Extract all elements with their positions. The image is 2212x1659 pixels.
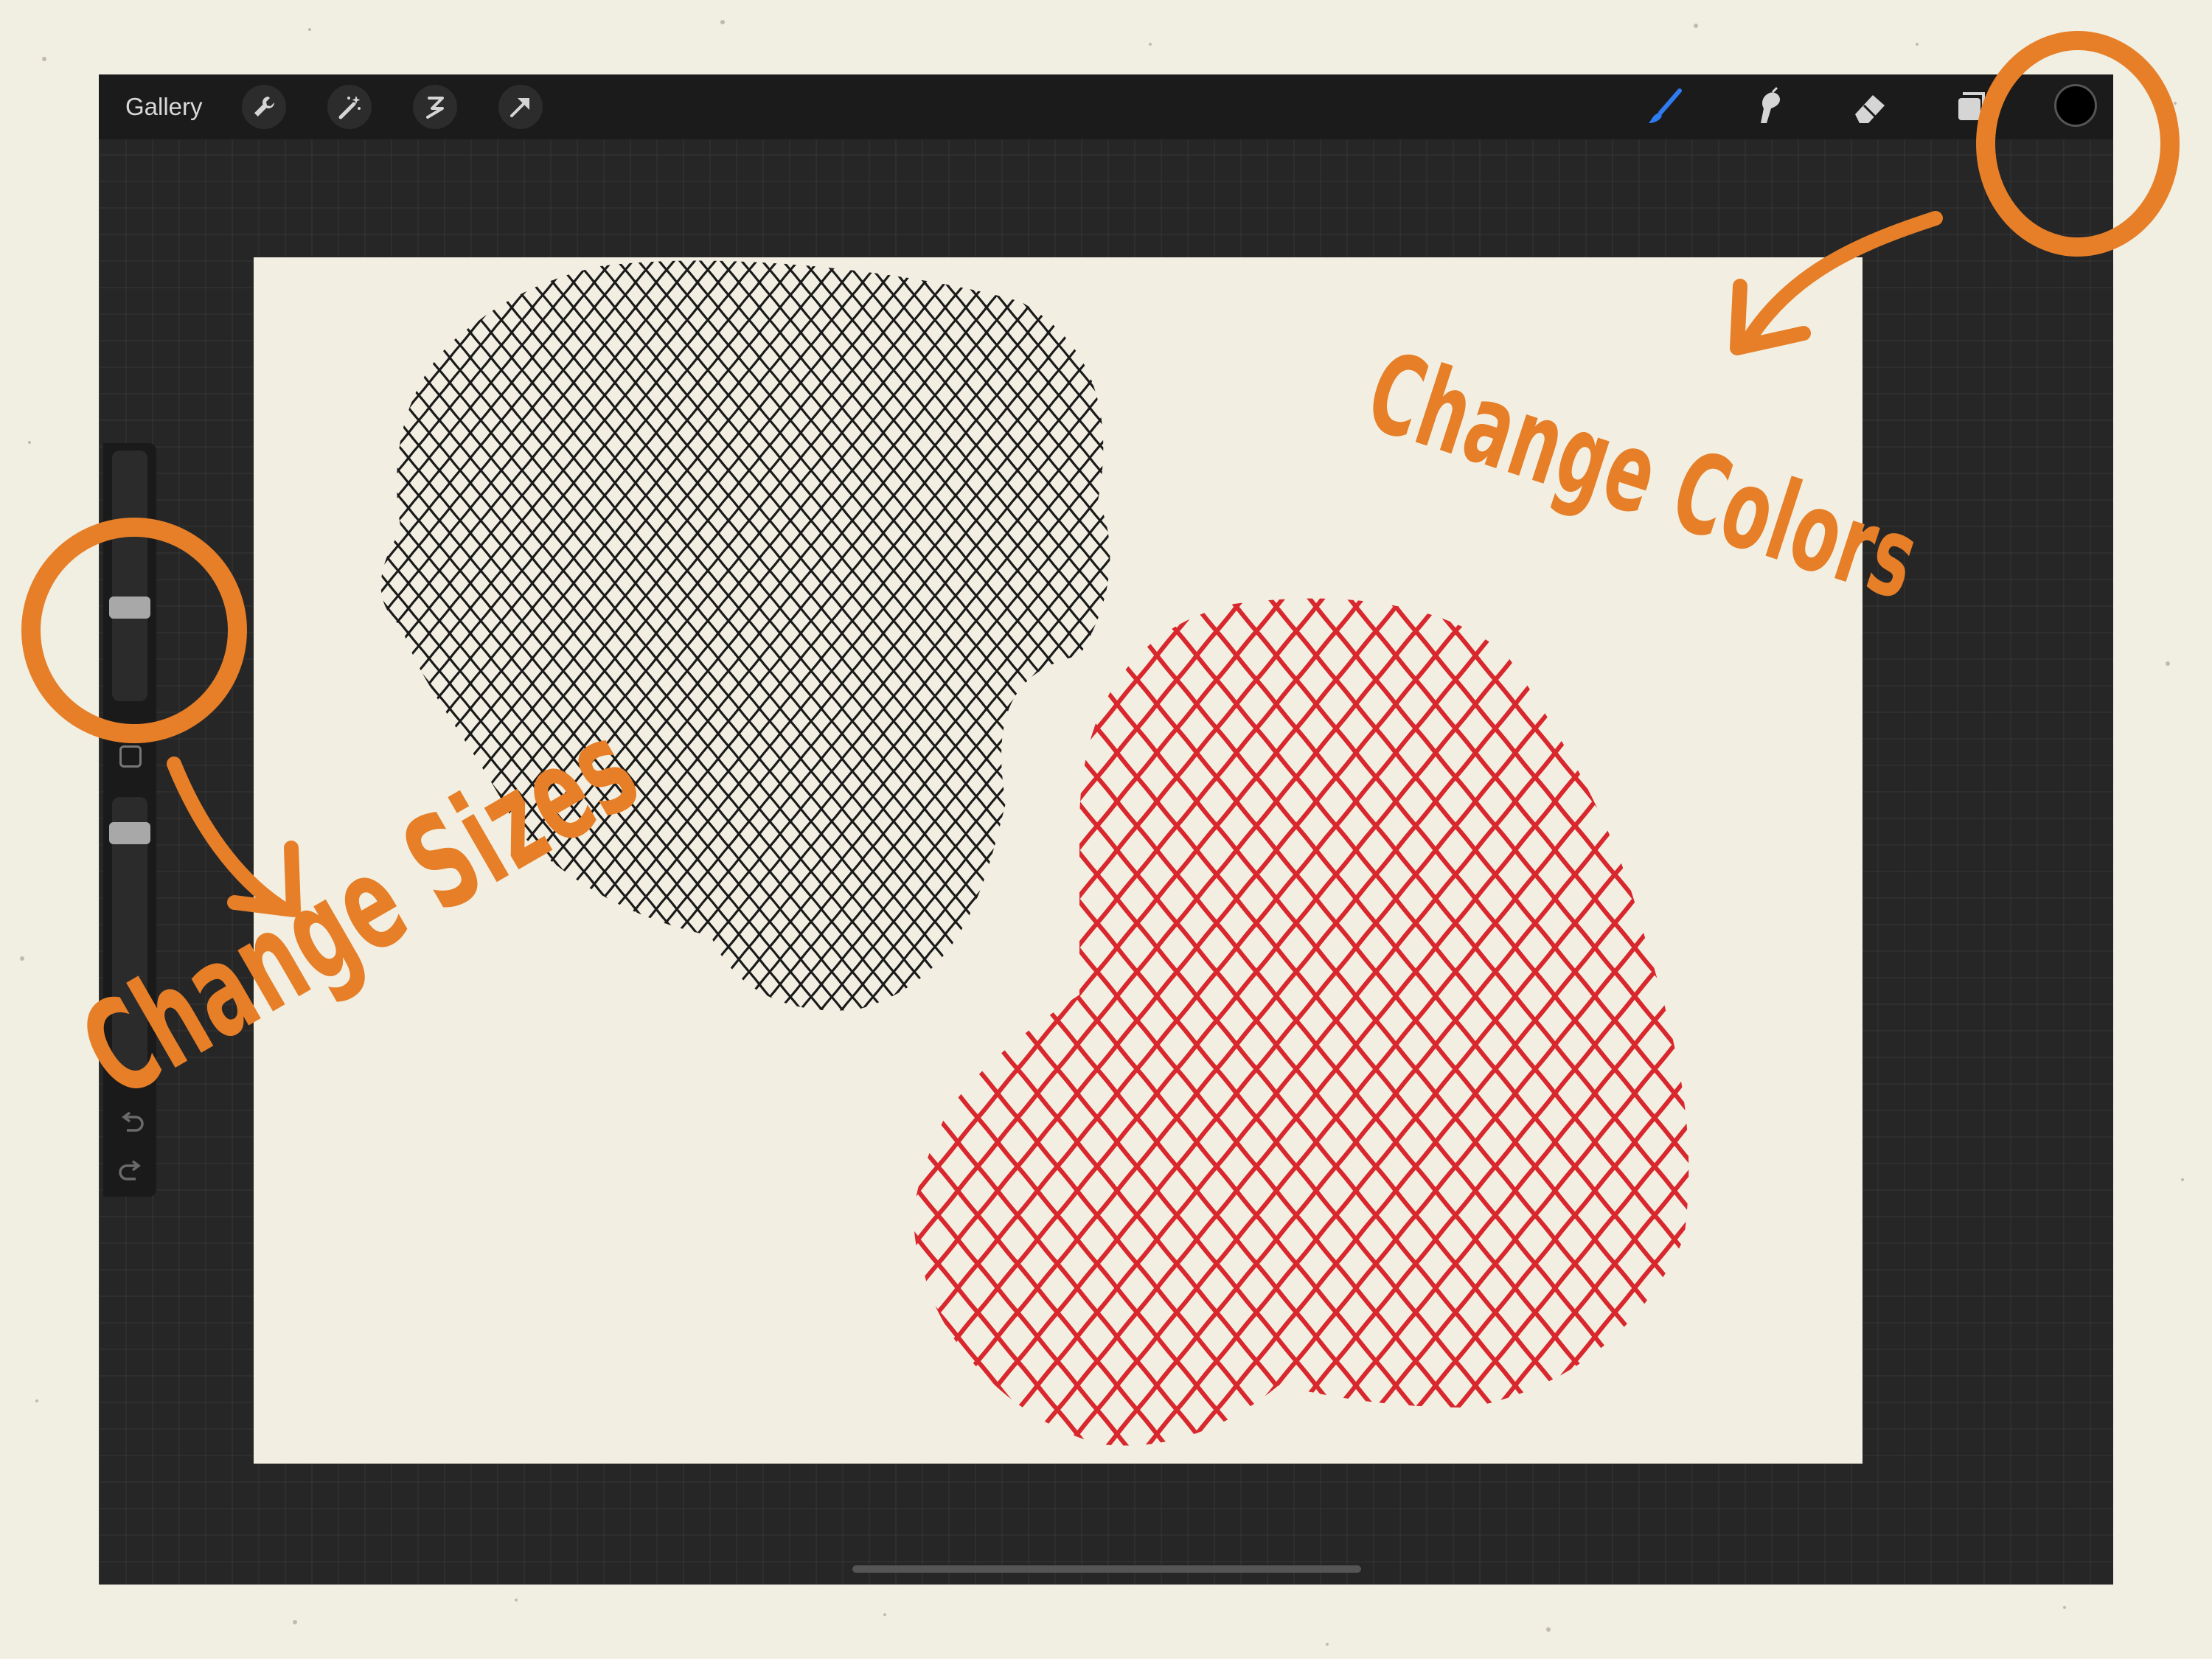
magic-wand-icon — [338, 96, 361, 119]
red-mesh-shape — [914, 598, 1689, 1446]
brush-opacity-thumb[interactable] — [109, 822, 150, 844]
redo-arrow-icon[interactable] — [115, 1155, 147, 1188]
brush-icon[interactable] — [1644, 86, 1686, 128]
smudge-icon[interactable] — [1747, 86, 1789, 128]
top-toolbar: Gallery — [99, 74, 2113, 139]
transform-arrow-icon — [510, 98, 529, 117]
selection-icon — [426, 97, 444, 119]
home-indicator — [852, 1565, 1361, 1573]
selection-button[interactable] — [413, 85, 457, 129]
layers-icon[interactable] — [1951, 86, 1992, 128]
brush-size-thumb[interactable] — [109, 597, 150, 619]
wrench-icon — [254, 97, 274, 116]
brush-size-slider[interactable] — [112, 451, 147, 701]
color-picker-button[interactable] — [2054, 84, 2097, 127]
gallery-button[interactable]: Gallery — [125, 89, 203, 125]
actions-button[interactable] — [242, 85, 286, 129]
adjustments-button[interactable] — [327, 85, 372, 129]
modify-button[interactable] — [119, 745, 142, 768]
eraser-icon[interactable] — [1849, 86, 1891, 128]
transform-button[interactable] — [498, 85, 543, 129]
